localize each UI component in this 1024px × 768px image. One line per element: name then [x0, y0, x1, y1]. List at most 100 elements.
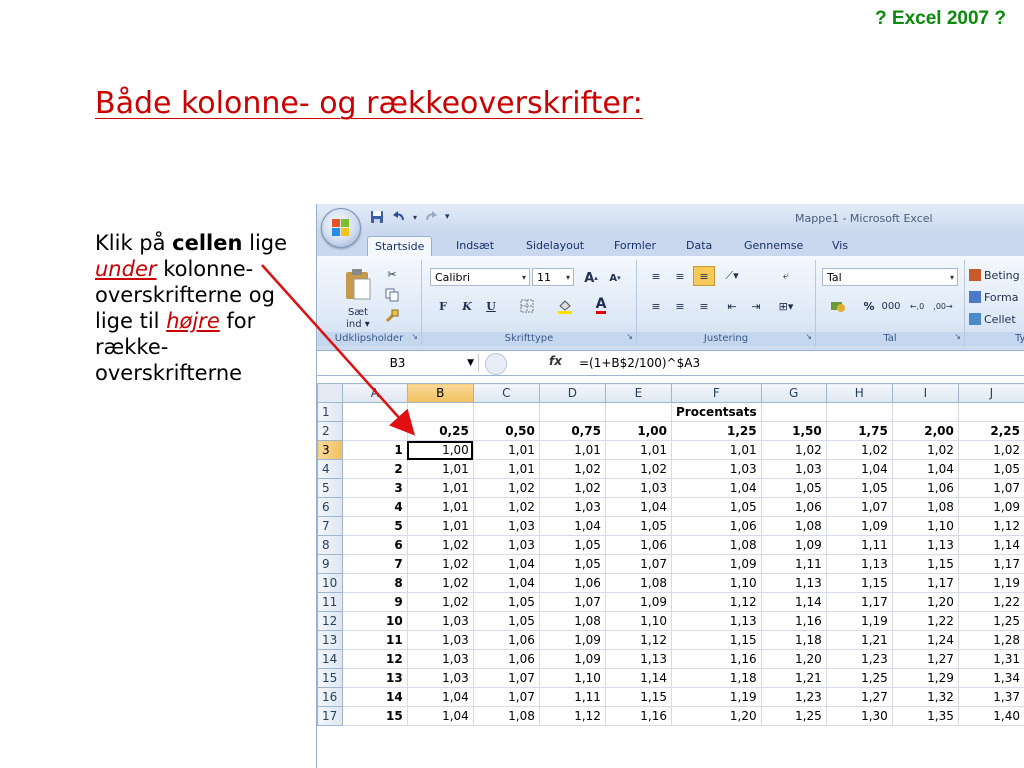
- tab-formler[interactable]: Formler: [607, 236, 663, 256]
- cell[interactable]: 1,02: [538, 478, 606, 498]
- comma-style-button[interactable]: 000: [880, 296, 902, 316]
- cell[interactable]: 1,19: [825, 611, 893, 631]
- cell[interactable]: 2: [341, 459, 408, 479]
- column-header-h[interactable]: H: [825, 383, 893, 403]
- cell[interactable]: [825, 402, 893, 422]
- paste-icon[interactable]: [341, 266, 375, 302]
- align-bottom-icon[interactable]: ≡: [693, 266, 715, 286]
- cell[interactable]: 1,01: [472, 440, 540, 460]
- cell[interactable]: 1,20: [891, 592, 959, 612]
- cell[interactable]: 1,00: [406, 440, 474, 460]
- cell[interactable]: 1,09: [957, 497, 1024, 517]
- italic-button[interactable]: K: [456, 296, 478, 316]
- increase-indent-icon[interactable]: ⇥: [745, 296, 767, 316]
- cell[interactable]: 1,25: [670, 421, 762, 441]
- cell[interactable]: 1,31: [957, 649, 1024, 669]
- cell[interactable]: 1,11: [825, 535, 893, 555]
- cell[interactable]: 1,16: [670, 649, 762, 669]
- formula-input[interactable]: =(1+B$2/100)^$A3: [579, 354, 700, 372]
- cell[interactable]: 1,04: [825, 459, 893, 479]
- bold-button[interactable]: F: [432, 296, 454, 316]
- cell[interactable]: 3: [341, 478, 408, 498]
- cell[interactable]: 1,01: [406, 497, 474, 517]
- cell[interactable]: 15: [341, 706, 408, 726]
- cell[interactable]: 1,15: [604, 687, 672, 707]
- cell[interactable]: 4: [341, 497, 408, 517]
- column-header-a[interactable]: A: [341, 383, 408, 403]
- paste-label-1[interactable]: Sæt: [343, 306, 373, 318]
- cell[interactable]: 1,06: [760, 497, 827, 517]
- cell[interactable]: 1,23: [825, 649, 893, 669]
- cell[interactable]: 1,01: [406, 516, 474, 536]
- cell[interactable]: 1,04: [406, 687, 474, 707]
- underline-button[interactable]: U: [480, 296, 502, 316]
- cell[interactable]: 1,10: [538, 668, 606, 688]
- cell[interactable]: 1,17: [825, 592, 893, 612]
- cell[interactable]: 1,02: [891, 440, 959, 460]
- row-header[interactable]: 12: [317, 611, 343, 631]
- office-button[interactable]: [321, 208, 361, 248]
- column-header-i[interactable]: I: [891, 383, 959, 403]
- cell[interactable]: 1,02: [760, 440, 827, 460]
- cell[interactable]: 1,04: [538, 516, 606, 536]
- cell[interactable]: 1,07: [604, 554, 672, 574]
- cell[interactable]: 1,28: [957, 630, 1024, 650]
- cell[interactable]: 1,02: [472, 478, 540, 498]
- cell[interactable]: 1,10: [670, 573, 762, 593]
- cell-styles-button[interactable]: Cellet: [969, 310, 1016, 328]
- cell[interactable]: 1,04: [472, 573, 540, 593]
- cell[interactable]: 1,05: [538, 535, 606, 555]
- row-header[interactable]: 17: [317, 706, 343, 726]
- redo-icon[interactable]: [423, 209, 439, 225]
- cell[interactable]: 1,02: [406, 554, 474, 574]
- cell[interactable]: 1,19: [957, 573, 1024, 593]
- cell[interactable]: 0,75: [538, 421, 606, 441]
- undo-dropdown-icon[interactable]: ▾: [413, 213, 417, 222]
- cell[interactable]: 2,25: [957, 421, 1024, 441]
- cell[interactable]: 1,10: [891, 516, 959, 536]
- cell[interactable]: 1,11: [538, 687, 606, 707]
- cell[interactable]: 13: [341, 668, 408, 688]
- cell[interactable]: 1,06: [472, 630, 540, 650]
- font-color-icon[interactable]: A: [590, 296, 612, 316]
- column-header-b[interactable]: B: [406, 383, 474, 403]
- paste-label-2[interactable]: ind ▾: [341, 318, 375, 330]
- select-all-button[interactable]: [317, 383, 343, 403]
- cell[interactable]: 1,01: [406, 459, 474, 479]
- align-left-icon[interactable]: ≡: [645, 296, 667, 316]
- cell[interactable]: 1,09: [538, 630, 606, 650]
- cell[interactable]: 1,24: [891, 630, 959, 650]
- cell[interactable]: 1,21: [760, 668, 827, 688]
- row-header[interactable]: 5: [317, 478, 343, 498]
- cell[interactable]: 1,21: [825, 630, 893, 650]
- cell[interactable]: 1,09: [825, 516, 893, 536]
- cell[interactable]: 1,02: [406, 592, 474, 612]
- cell[interactable]: 14: [341, 687, 408, 707]
- copy-icon[interactable]: [383, 287, 401, 303]
- increase-decimal-icon[interactable]: ←,0: [906, 296, 928, 316]
- cell[interactable]: 1,01: [604, 440, 672, 460]
- format-as-table-button[interactable]: Forma: [969, 288, 1018, 306]
- tab-gennemse[interactable]: Gennemse: [737, 236, 810, 256]
- row-header[interactable]: 10: [317, 573, 343, 593]
- cell[interactable]: 1,75: [825, 421, 893, 441]
- cell[interactable]: 1,03: [472, 516, 540, 536]
- cell[interactable]: 1,09: [760, 535, 827, 555]
- cell[interactable]: 1,03: [472, 535, 540, 555]
- cell[interactable]: 1,04: [891, 459, 959, 479]
- cell[interactable]: 12: [341, 649, 408, 669]
- cell[interactable]: 1,05: [472, 592, 540, 612]
- name-box-dropdown-icon[interactable]: ▼: [467, 354, 474, 372]
- cell[interactable]: 1,09: [670, 554, 762, 574]
- cell[interactable]: 1,08: [760, 516, 827, 536]
- cell[interactable]: 1,22: [891, 611, 959, 631]
- cell[interactable]: 1,03: [406, 668, 474, 688]
- cell[interactable]: 5: [341, 516, 408, 536]
- cell[interactable]: 1,13: [825, 554, 893, 574]
- cell[interactable]: 1,19: [670, 687, 762, 707]
- column-header-g[interactable]: G: [760, 383, 827, 403]
- cell[interactable]: 1,05: [825, 478, 893, 498]
- cell[interactable]: 1,37: [957, 687, 1024, 707]
- row-header[interactable]: 3: [317, 440, 343, 460]
- cell[interactable]: 1,07: [472, 687, 540, 707]
